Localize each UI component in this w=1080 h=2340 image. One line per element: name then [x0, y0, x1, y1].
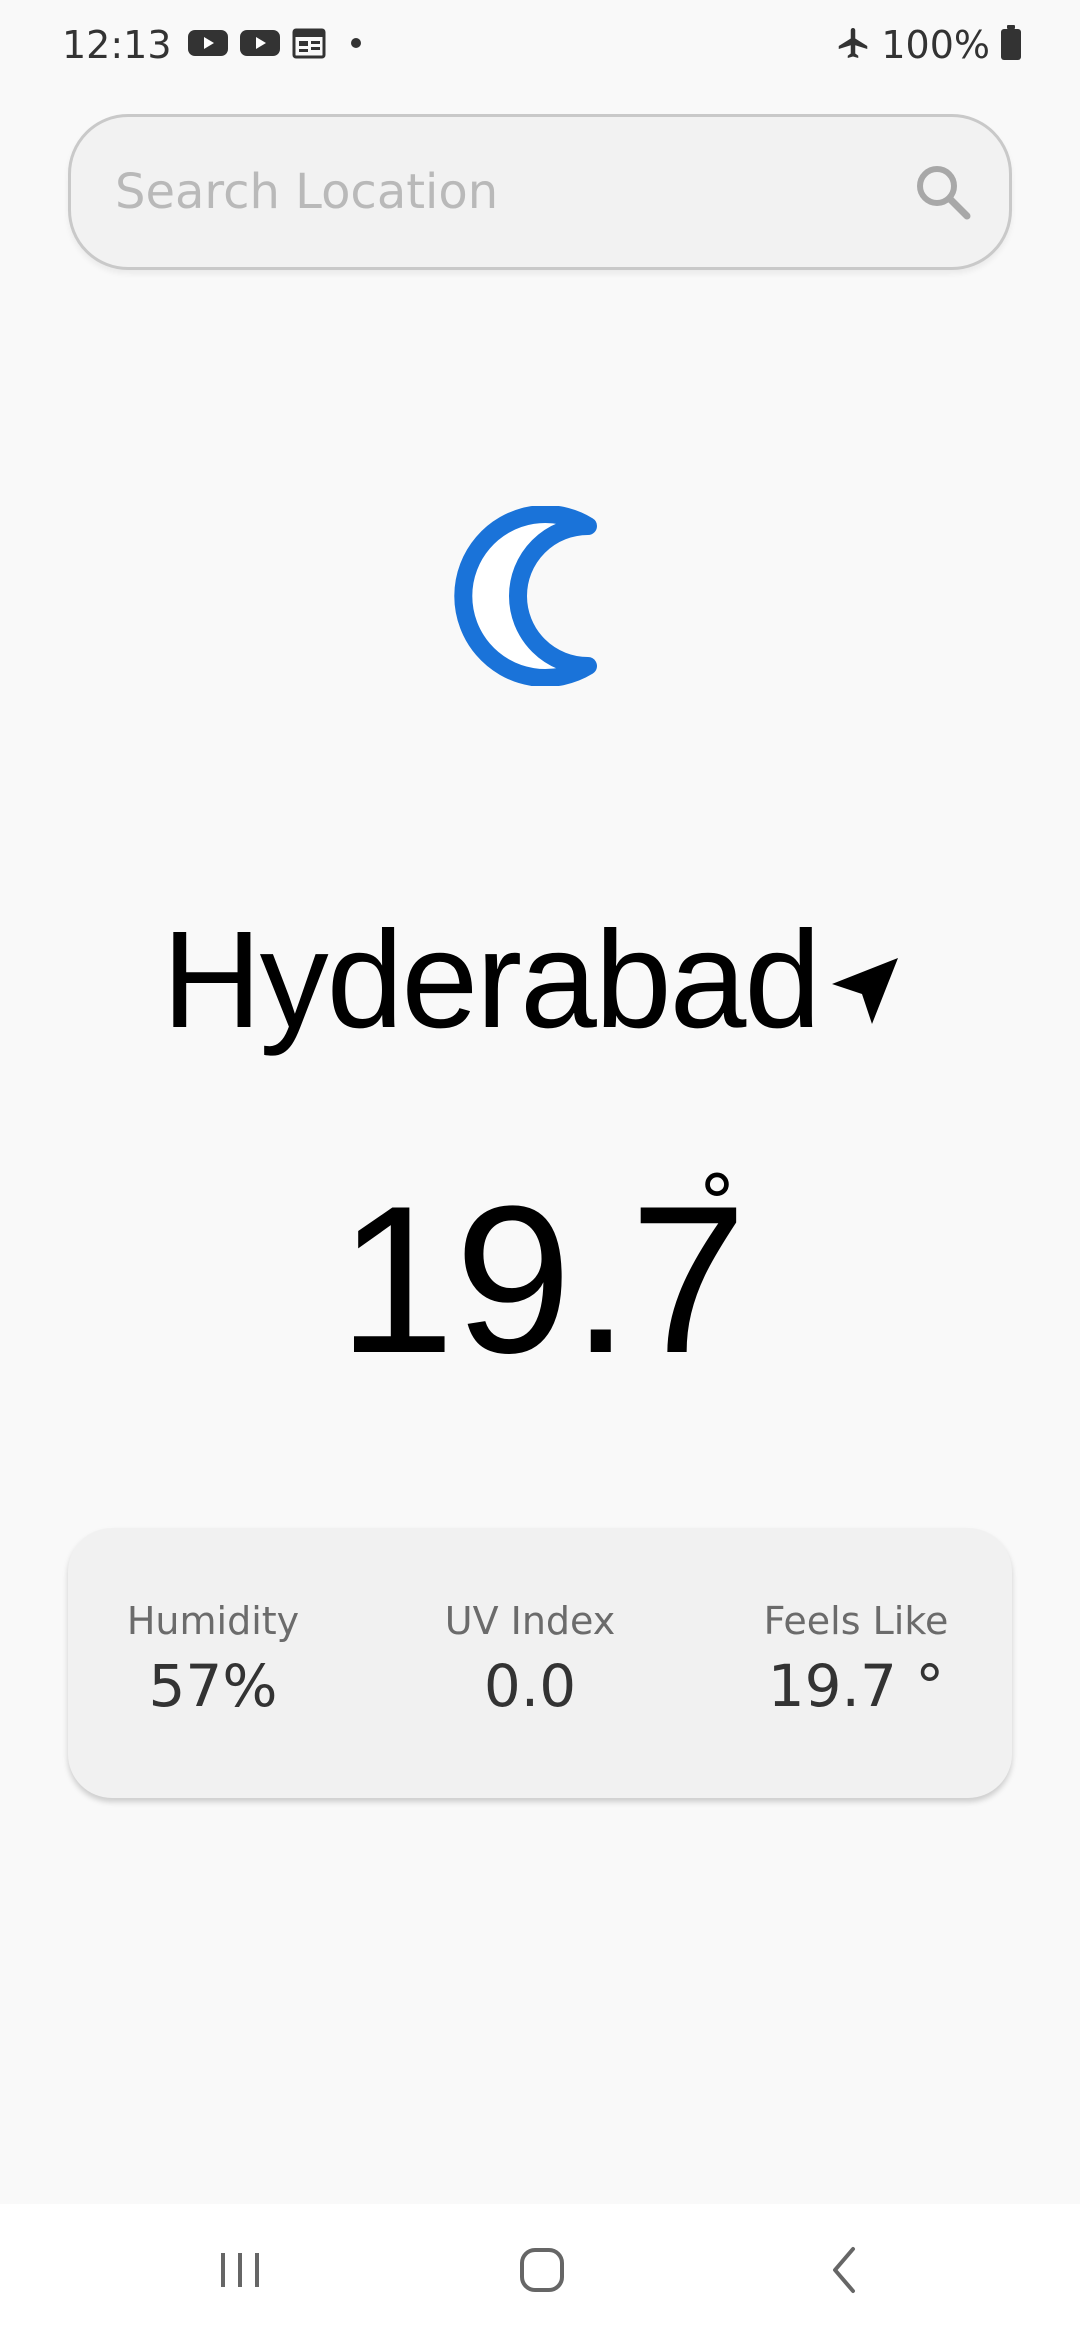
temperature-degree: ° [698, 1158, 736, 1247]
airplane-mode-icon [835, 25, 871, 66]
stat-value: 19.7 ° [767, 1652, 945, 1720]
battery-percent: 100% [881, 23, 990, 67]
stat-label: UV Index [444, 1599, 616, 1643]
youtube-icon [239, 28, 280, 63]
notification-dot-icon [350, 36, 362, 54]
search-icon[interactable] [913, 162, 973, 222]
home-icon [517, 2245, 567, 2300]
stat-feels-like: Feels Like 19.7 ° [726, 1598, 986, 1726]
temperature-value: 19.7 [338, 1162, 747, 1397]
recents-button[interactable] [205, 2237, 275, 2307]
stat-uv-index: UV Index 0.0 [400, 1598, 660, 1726]
city-row: Hyderabad [0, 900, 1080, 1060]
stat-value: 57% [148, 1652, 278, 1720]
city-name: Hyderabad [162, 903, 821, 1057]
status-time: 12:13 [62, 23, 172, 67]
stat-humidity: Humidity 57% [83, 1598, 343, 1726]
stat-label: Humidity [126, 1599, 300, 1643]
calendar-icon [292, 26, 326, 65]
temperature: 19.7 ° [0, 1158, 1080, 1397]
stat-value: 0.0 [483, 1652, 577, 1720]
status-right: 100% [835, 20, 1022, 70]
navigation-bar [0, 2204, 1080, 2340]
stat-label: Feels Like [763, 1599, 949, 1643]
back-button[interactable] [810, 2237, 880, 2307]
location-arrow-icon[interactable] [826, 950, 906, 1030]
battery-icon [1000, 24, 1022, 66]
status-bar: 12:13 100% [0, 0, 1080, 90]
back-icon [820, 2245, 870, 2300]
youtube-icon [187, 28, 228, 63]
status-left: 12:13 [62, 20, 362, 70]
search-bar [68, 114, 1012, 270]
home-button[interactable] [507, 2237, 577, 2307]
search-input[interactable] [115, 117, 895, 267]
recents-icon [215, 2245, 265, 2300]
weather-stats-card: Humidity 57% UV Index 0.0 Feels Like 19.… [68, 1528, 1012, 1798]
moon-icon [448, 505, 604, 687]
